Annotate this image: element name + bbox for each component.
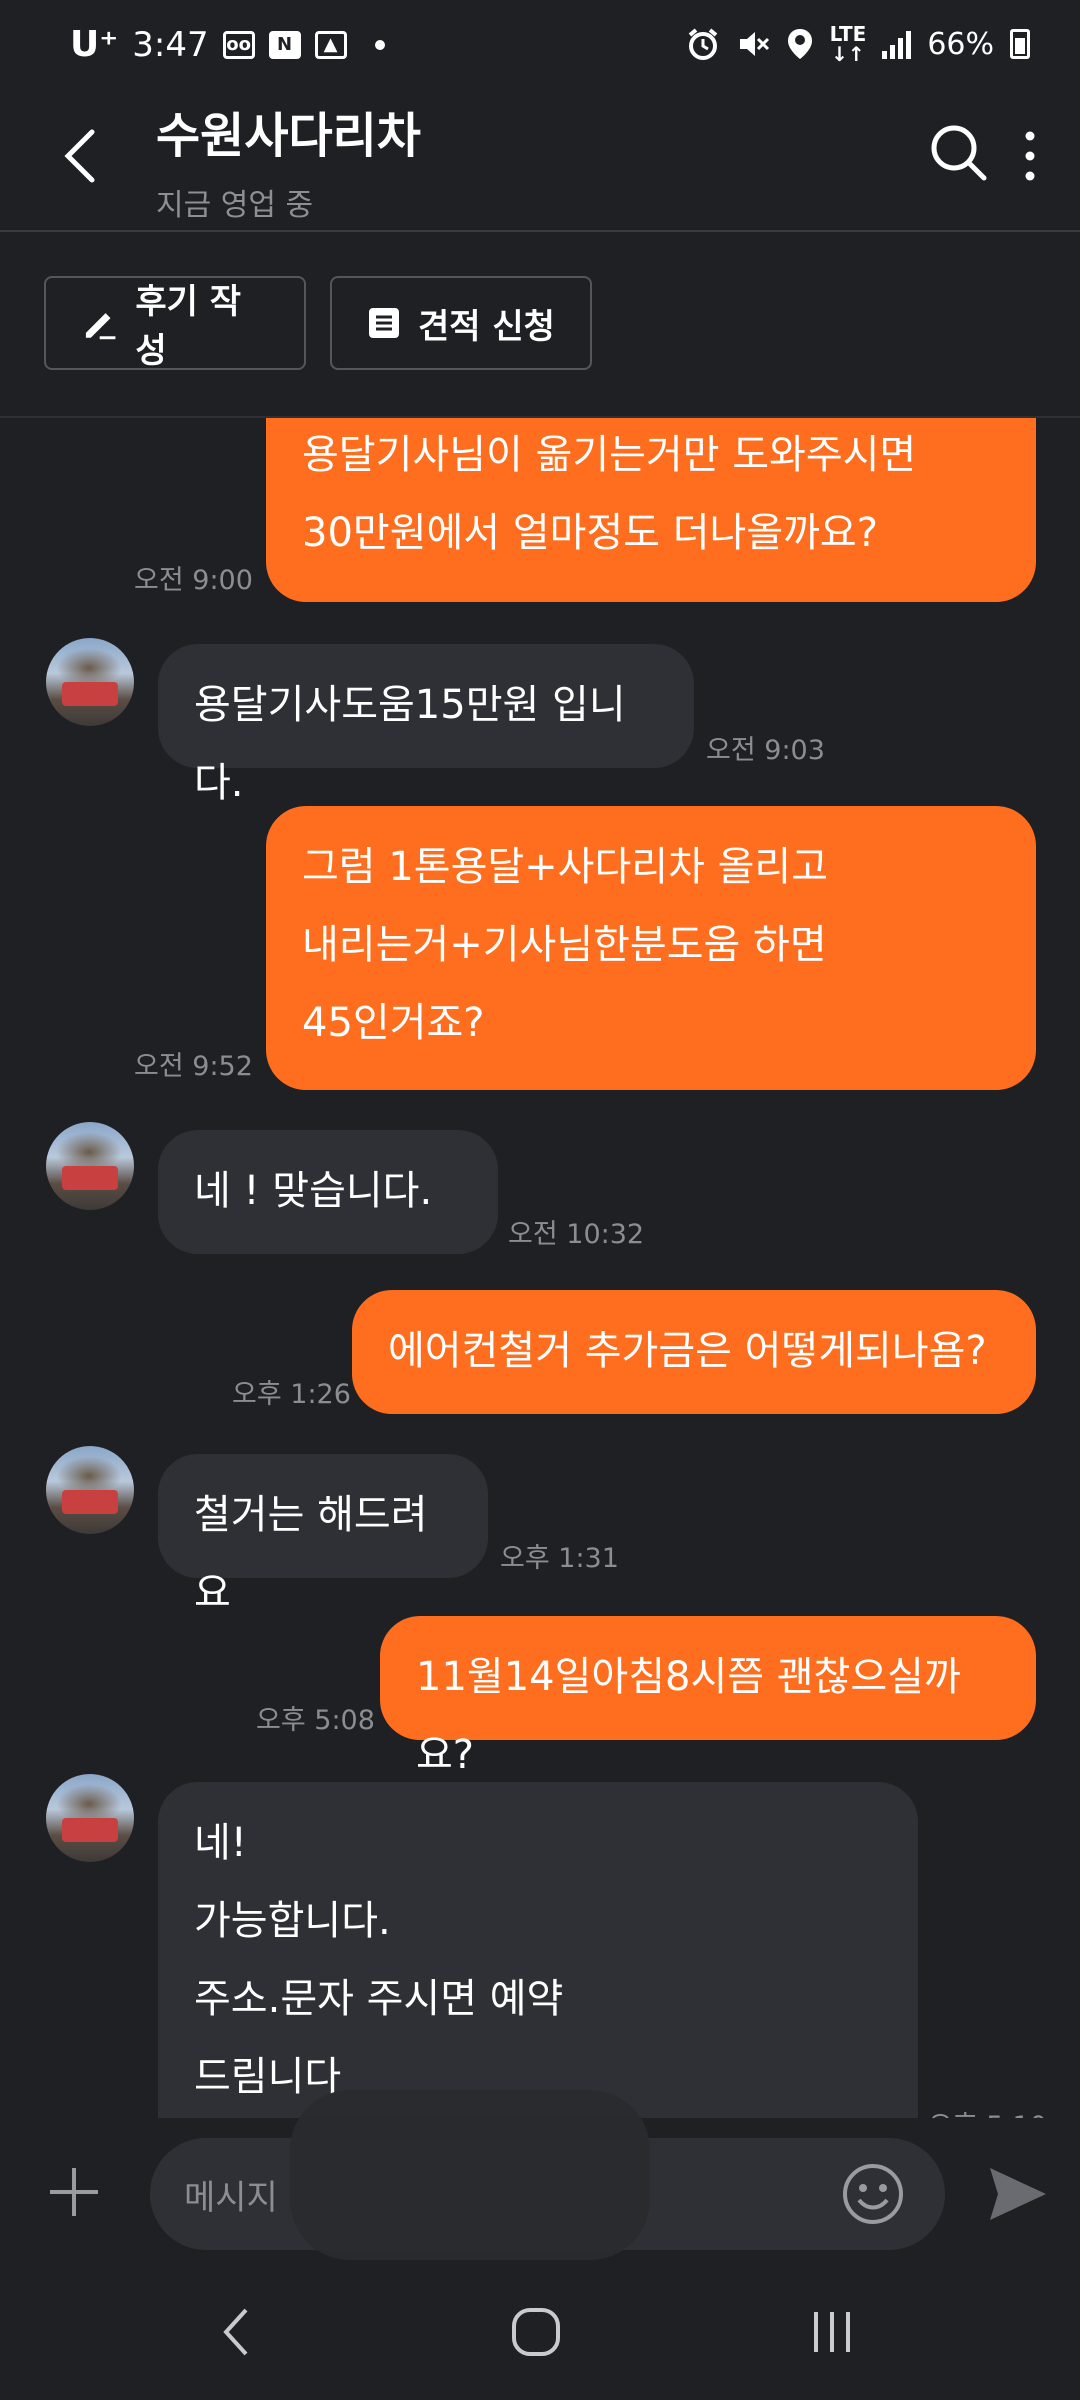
add-attachment-icon[interactable] bbox=[46, 2164, 102, 2220]
write-review-label: 후기 작성 bbox=[135, 282, 242, 371]
chat-title: 수원사다리차 bbox=[156, 108, 421, 164]
status-bar: U⁺ 3:47 oo N ▲ LTE ↓↑ 66% bbox=[0, 0, 1080, 86]
message-line: 네 ! 맞습니다. bbox=[194, 1168, 433, 1214]
avatar[interactable] bbox=[46, 1122, 134, 1210]
action-buttons: 후기 작성 견적 신청 bbox=[44, 276, 592, 371]
document-icon bbox=[369, 308, 399, 338]
avatar[interactable] bbox=[46, 1774, 134, 1862]
message-time: 오전 9:52 bbox=[134, 1051, 253, 1082]
message-bubble-theirs[interactable]: 용달기사도움15만원 입니다. bbox=[158, 644, 694, 806]
message-line: 주소.문자 주시면 예약 bbox=[194, 1976, 564, 2022]
nav-recent-apps-icon[interactable] bbox=[808, 2304, 856, 2360]
message-line: 용달기사도움15만원 입니다. bbox=[194, 682, 626, 806]
message-line: 내리는거+기사님한분도움 하면 bbox=[302, 922, 827, 968]
message-line: 에어컨철거 추가금은 어떻게되나욤? bbox=[388, 1328, 987, 1374]
battery-percent: 66% bbox=[927, 26, 994, 62]
emoji-icon[interactable] bbox=[841, 2162, 905, 2226]
message-time: 오전 9:00 bbox=[134, 565, 253, 596]
message-bubble-theirs[interactable]: 네 ! 맞습니다. bbox=[158, 1130, 498, 1254]
message-line: 가능합니다. bbox=[194, 1898, 391, 1944]
message-time: 오전 10:32 bbox=[508, 1219, 645, 1250]
write-review-button[interactable]: 후기 작성 bbox=[44, 276, 306, 371]
message-placeholder: 메시지 bbox=[184, 2177, 278, 2218]
message-bubble-mine[interactable]: 용달기사님이 옮기는거만 도와주시면 30만원에서 얼마정도 더나올까요? bbox=[266, 418, 1036, 602]
nav-home-icon[interactable] bbox=[510, 2306, 562, 2358]
mute-icon bbox=[739, 32, 769, 56]
message-line: 네! bbox=[194, 1820, 247, 1866]
network-label: LTE ↓↑ bbox=[829, 22, 867, 66]
battery-icon bbox=[1010, 29, 1030, 59]
nav-back-icon[interactable] bbox=[218, 2304, 254, 2360]
redaction-overlay bbox=[290, 2090, 650, 2260]
back-button[interactable] bbox=[56, 126, 106, 186]
carrier-label: U⁺ bbox=[70, 24, 119, 65]
pencil-icon bbox=[85, 313, 116, 340]
request-quote-button[interactable]: 견적 신청 bbox=[330, 276, 592, 370]
chat-header: 수원사다리차 지금 영업 중 bbox=[0, 86, 1080, 232]
request-quote-label: 견적 신청 bbox=[418, 306, 555, 347]
send-icon[interactable] bbox=[986, 2162, 1050, 2226]
message-line: 철거는 해드려요 bbox=[194, 1492, 428, 1616]
message-time: 오후 5:10 bbox=[928, 2104, 1047, 2118]
message-bubble-mine[interactable]: 11월14일아침8시쯤 괜찮으실까요? bbox=[380, 1616, 1036, 1778]
status-time: 3:47 bbox=[132, 24, 209, 65]
n-icon: N bbox=[268, 30, 301, 59]
search-icon[interactable] bbox=[926, 120, 990, 184]
more-options-icon[interactable] bbox=[1020, 126, 1040, 186]
message-time: 오전 9:03 bbox=[706, 735, 825, 766]
location-icon bbox=[787, 29, 812, 59]
message-line: 용달기사님이 옮기는거만 도와주시면 bbox=[302, 432, 917, 478]
alarm-icon bbox=[688, 28, 717, 60]
message-line: 30만원에서 얼마정도 더나올까요? bbox=[302, 510, 878, 556]
message-time: 오후 1:26 bbox=[232, 1379, 351, 1410]
chat-subtitle: 지금 영업 중 bbox=[156, 188, 314, 223]
oo-icon: oo bbox=[222, 30, 255, 59]
avatar[interactable] bbox=[46, 1446, 134, 1534]
message-bubble-theirs[interactable]: 철거는 해드려요 bbox=[158, 1454, 488, 1616]
message-bubble-mine[interactable]: 그럼 1톤용달+사다리차 올리고 내리는거+기사님한분도움 하면 45인거죠? bbox=[266, 806, 1036, 1090]
message-line: 45인거죠? bbox=[302, 1000, 485, 1046]
message-time: 오후 5:08 bbox=[256, 1705, 375, 1736]
signal-icon bbox=[882, 29, 912, 59]
message-bubble-theirs[interactable]: 네! 가능합니다. 주소.문자 주시면 예약 드림니다 bbox=[158, 1782, 918, 2118]
avatar[interactable] bbox=[46, 638, 134, 726]
message-line: 그럼 1톤용달+사다리차 올리고 bbox=[302, 844, 828, 890]
message-bubble-mine[interactable]: 에어컨철거 추가금은 어떻게되나욤? bbox=[352, 1290, 1036, 1414]
chat-messages[interactable]: 오전 9:00 용달기사님이 옮기는거만 도와주시면 30만원에서 얼마정도 더… bbox=[0, 418, 1080, 2118]
dot-icon bbox=[374, 39, 385, 50]
message-time: 오후 1:31 bbox=[500, 1543, 619, 1574]
system-navigation-bar bbox=[0, 2260, 1080, 2400]
message-line: 11월14일아침8시쯤 괜찮으실까요? bbox=[416, 1654, 961, 1778]
image-icon: ▲ bbox=[314, 30, 347, 59]
